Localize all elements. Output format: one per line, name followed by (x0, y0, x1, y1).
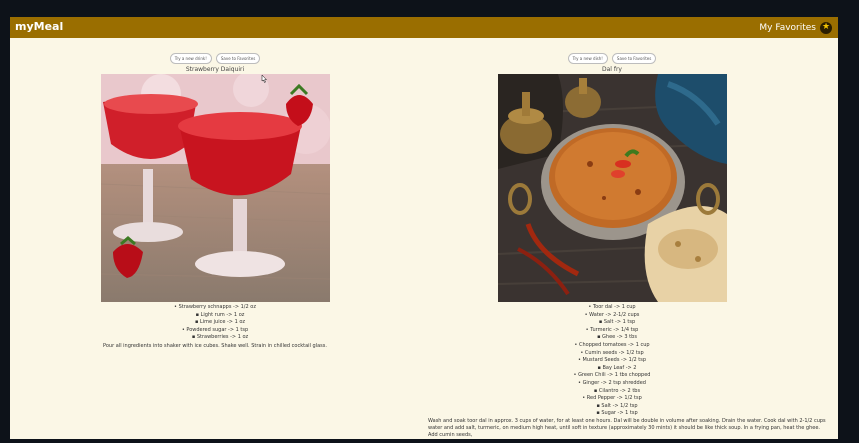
ingredient-item: Salt -> 1/2 tsp (462, 403, 762, 411)
top-bar: myMeal My Favorites ★ (10, 17, 838, 38)
ingredient-item: Toor dal -> 1 cup (462, 304, 762, 312)
ingredient-item: Turmeric -> 1/4 tsp (462, 327, 762, 335)
ingredient-item: Mustard Seeds -> 1/2 tsp (462, 357, 762, 365)
star-icon: ★ (820, 21, 832, 34)
ingredient-item: Red Pepper -> 1/2 tsp (462, 395, 762, 403)
save-to-favorites-button[interactable]: Save to Favorites (215, 53, 261, 64)
ingredient-item: Lime juice -> 1 oz (65, 319, 365, 327)
try-new-dish-button[interactable]: Try a new dish! (567, 53, 608, 64)
ingredient-item: Water -> 2-1/2 cups (462, 312, 762, 320)
drink-photo (100, 74, 330, 302)
save-to-favorites-button[interactable]: Save to Favorites (611, 53, 657, 64)
ingredient-item: Strawberries -> 1 oz (65, 334, 365, 342)
meal-title: Dal fry (601, 66, 622, 73)
ingredient-item: Cilantro -> 2 tbs (462, 388, 762, 396)
my-favorites-button[interactable]: My Favorites ★ (759, 20, 832, 35)
ingredient-item: Green Chili -> 1 tbs chopped (462, 372, 762, 380)
drink-ingredients: Strawberry schnapps -> 1/2 oz Light rum … (65, 304, 365, 342)
meal-actions: Try a new dish! Save to Favorites (462, 53, 762, 64)
ingredient-item: Cumin seeds -> 1/2 tsp (462, 350, 762, 358)
ingredient-item: Salt -> 1 tsp (462, 319, 762, 327)
ingredient-item: Chopped tomatoes -> 1 cup (462, 342, 762, 350)
meal-ingredients: Toor dal -> 1 cup Water -> 2-1/2 cups Sa… (462, 304, 762, 418)
meal-photo (497, 74, 727, 302)
ingredient-item: Light rum -> 1 oz (65, 312, 365, 320)
ingredient-item: Strawberry schnapps -> 1/2 oz (65, 304, 365, 312)
drink-panel: Try a new drink! Save to Favorites Straw… (65, 53, 365, 350)
ingredient-item: Ghee -> 3 tbs (462, 334, 762, 342)
ingredient-item: Ginger -> 2 tsp shredded (462, 380, 762, 388)
drink-instructions: Pour all ingredients into shaker with ic… (103, 342, 327, 349)
ingredient-item: Powdered sugar -> 1 tsp (65, 327, 365, 335)
brand-logo[interactable]: myMeal (15, 20, 63, 33)
drink-title: Strawberry Daiquiri (185, 66, 245, 73)
drink-actions: Try a new drink! Save to Favorites (65, 53, 365, 64)
ingredient-item: Bay Leaf -> 2 (462, 365, 762, 373)
meal-instructions: Wash and soak toor dal in approx. 3 cups… (428, 417, 826, 438)
meal-panel: Try a new dish! Save to Favorites Dal fr… (428, 53, 826, 438)
meal-instructions-wrap: Wash and soak toor dal in approx. 3 cups… (428, 418, 826, 438)
my-favorites-label: My Favorites (759, 22, 816, 33)
try-new-drink-button[interactable]: Try a new drink! (169, 53, 212, 64)
ingredient-item: Sugar -> 1 tsp (462, 410, 762, 418)
mouse-pointer-icon (261, 75, 267, 83)
app-window: myMeal My Favorites ★ Try a new drink! S… (10, 17, 838, 439)
